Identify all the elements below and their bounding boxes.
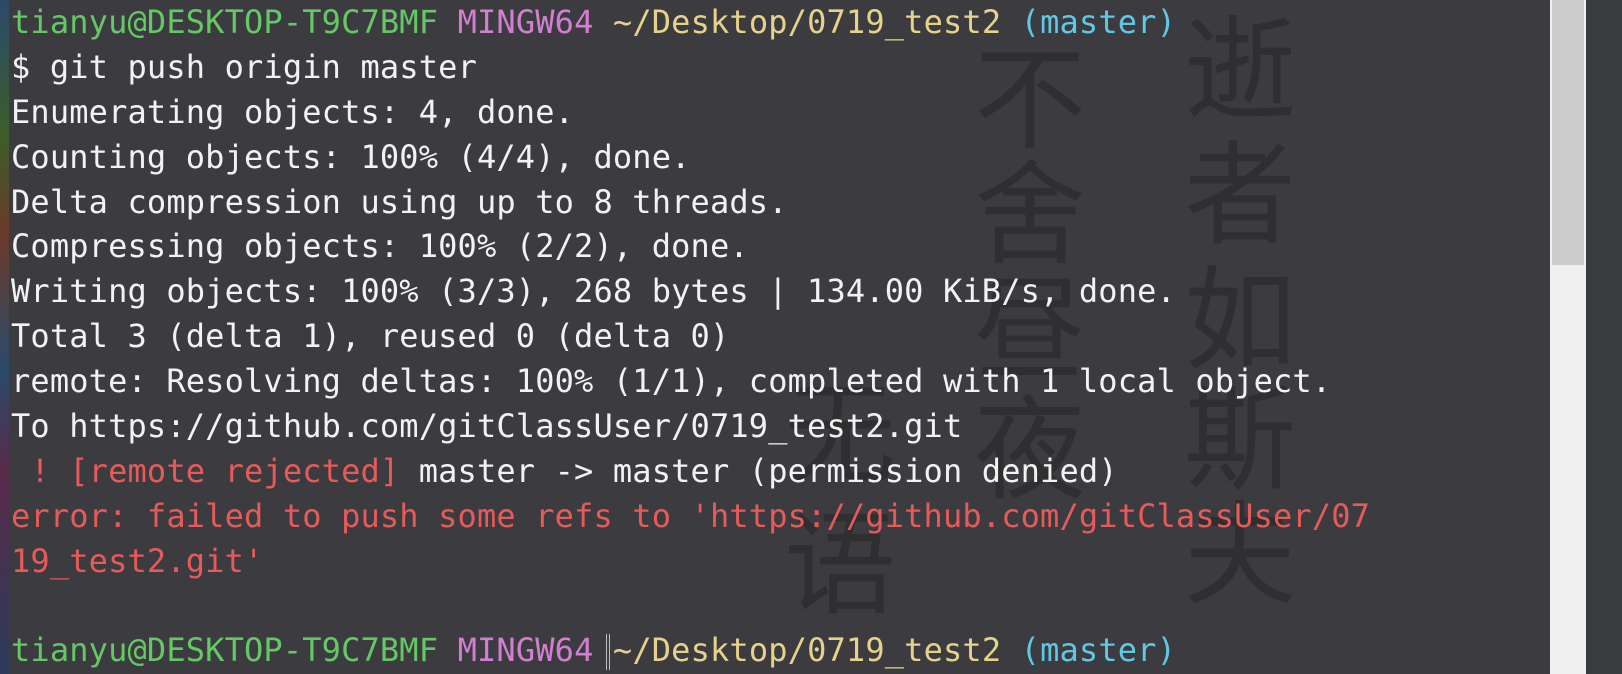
prompt-line: tianyu@DESKTOP-T9C7BMF MINGW64 ~/Desktop…	[11, 0, 1546, 45]
terminal-output[interactable]: tianyu@DESKTOP-T9C7BMF MINGW64 ~/Desktop…	[11, 0, 1546, 673]
prompt-shell: MINGW64	[457, 631, 594, 670]
output-line: Writing objects: 100% (3/3), 268 bytes |…	[11, 272, 1176, 311]
prompt-user-host: tianyu@DESKTOP-T9C7BMF	[11, 631, 439, 670]
prompt-user-host: tianyu@DESKTOP-T9C7BMF	[11, 3, 439, 41]
prompt-line: tianyu@DESKTOP-T9C7BMF MINGW64 ~/Desktop…	[11, 628, 1546, 673]
output-line: remote: Resolving deltas: 100% (1/1), co…	[11, 362, 1332, 401]
rejected-detail: master -> master (permission denied)	[399, 451, 1118, 490]
command-line: $ git push origin master	[11, 45, 1546, 90]
desktop-background-strip	[0, 0, 9, 674]
rejected-line: ! [remote rejected] master -> master (pe…	[11, 449, 1546, 494]
output-line: Compressing objects: 100% (2/2), done.	[11, 227, 749, 266]
rejected-marker: ! [remote rejected]	[11, 451, 400, 490]
output-line: Enumerating objects: 4, done.	[11, 92, 575, 131]
prompt-branch: (master)	[1020, 3, 1176, 41]
i-beam-cursor	[606, 634, 610, 670]
error-line: error: failed to push some refs to 'http…	[11, 496, 1371, 535]
vertical-scrollbar[interactable]	[1550, 0, 1586, 674]
output-line: To https://github.com/gitClassUser/0719_…	[11, 407, 963, 446]
command-text: git push origin master	[49, 47, 477, 86]
error-line: 19_test2.git'	[11, 541, 264, 580]
output-line: Counting objects: 100% (4/4), done.	[11, 137, 691, 176]
prompt-path: ~/Desktop/0719_test2	[612, 631, 1002, 670]
terminal-window[interactable]: 逝 者 如 斯 夫 不 舍 昼 夜 无 语 tianyu@DESKTOP-T9C…	[9, 0, 1586, 674]
output-line: Total 3 (delta 1), reused 0 (delta 0)	[11, 317, 730, 356]
scrollbar-thumb[interactable]	[1552, 0, 1584, 265]
command-prefix: $	[11, 47, 50, 86]
prompt-branch: (master)	[1020, 631, 1176, 670]
prompt-shell: MINGW64	[457, 3, 594, 41]
prompt-path: ~/Desktop/0719_test2	[612, 3, 1002, 41]
output-line: Delta compression using up to 8 threads.	[11, 182, 788, 221]
